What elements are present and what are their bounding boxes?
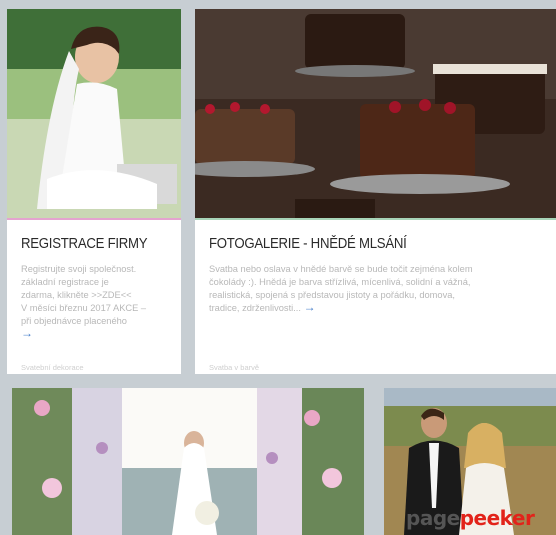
card-fotogalerie[interactable]: FOTOGALERIE - HNĚDÉ MLSÁNÍ Svatba nebo o…	[195, 9, 556, 374]
desc-line: při objednávce placeného	[21, 316, 127, 326]
bride-laptop-photo[interactable]	[7, 9, 181, 219]
card-category-tag[interactable]: Svatební dekorace	[21, 363, 84, 372]
desc-line: zdarma, klikněte >>ZDE<<	[21, 290, 132, 300]
card-description: Registrujte svoji společnost. základní r…	[21, 263, 146, 341]
read-more-arrow-icon[interactable]: →	[304, 301, 316, 313]
desc-line: tradice, zdrženlivosti...	[209, 303, 301, 313]
watermark-part-peeker: peeker	[459, 506, 535, 530]
chocolate-cakes-photo[interactable]	[195, 9, 556, 219]
read-more-arrow-icon[interactable]: →	[21, 327, 33, 339]
card-accent-line	[195, 218, 556, 220]
watermark-part-page: page	[406, 506, 460, 530]
card-floral-arch[interactable]	[12, 388, 364, 535]
card-category-tag[interactable]: Svatba v barvě	[209, 363, 259, 372]
desc-line: čokolády :). Hnědá je barva střízlivá, m…	[209, 277, 471, 287]
floral-arch-photo[interactable]	[12, 388, 364, 535]
desc-line: Registrujte svoji společnost.	[21, 264, 137, 274]
desc-line: V měsíci březnu 2017 AKCE –	[21, 303, 147, 313]
desc-line: Svatba nebo oslava v hnědé barvě se bude…	[209, 264, 473, 274]
pagepeeker-watermark: page peeker	[406, 503, 556, 533]
card-title[interactable]: REGISTRACE FIRMY	[21, 235, 148, 252]
card-accent-line	[7, 218, 181, 220]
card-registrace-firmy[interactable]: REGISTRACE FIRMY Registrujte svoji spole…	[7, 9, 181, 374]
desc-line: realistická, spojená s představou jistot…	[209, 290, 455, 300]
desc-line: základní registrace je	[21, 277, 109, 287]
card-title[interactable]: FOTOGALERIE - HNĚDÉ MLSÁNÍ	[209, 235, 407, 252]
card-description: Svatba nebo oslava v hnědé barvě se bude…	[209, 263, 473, 315]
